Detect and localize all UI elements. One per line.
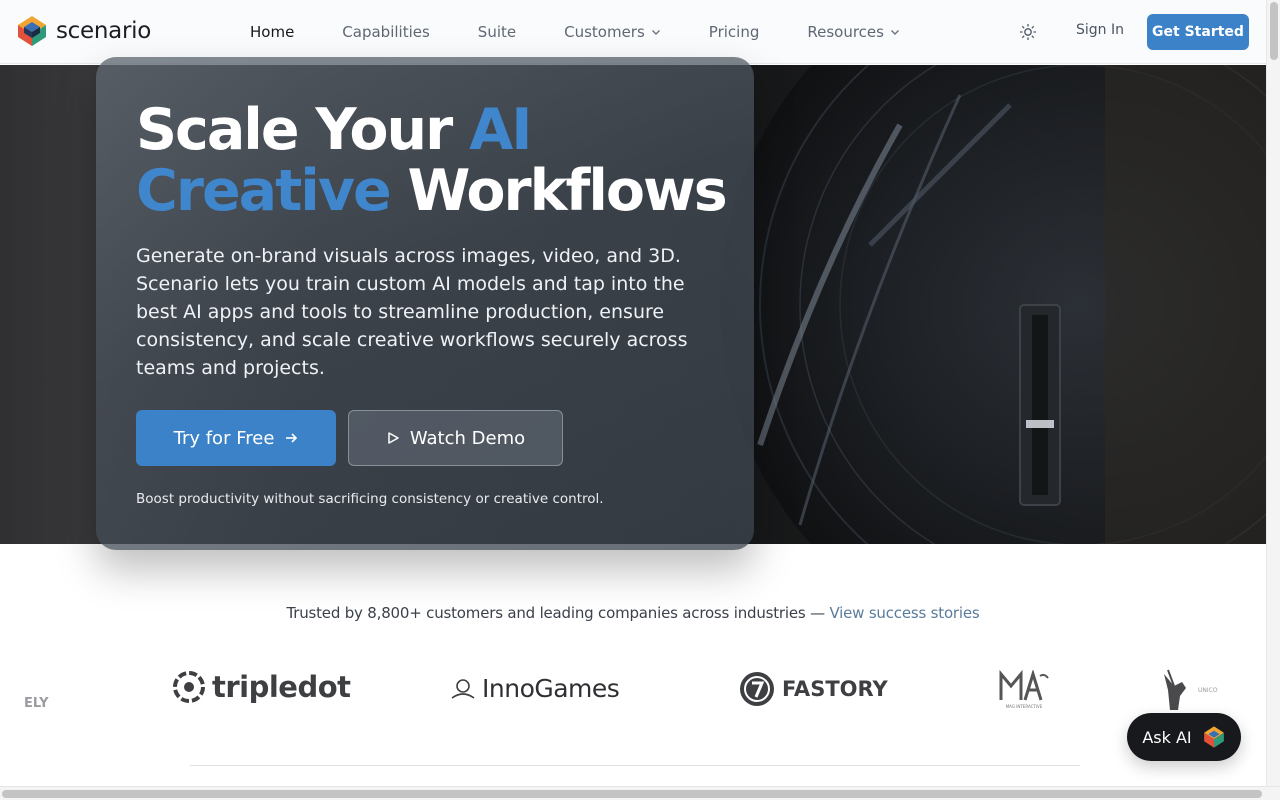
logo-innogames-label: InnoGames xyxy=(482,674,620,703)
headline-part3: Creative xyxy=(136,158,392,224)
customer-logos: ELY tripledot InnoGames FASTORY MAG INTE… xyxy=(0,660,1266,730)
logo-fastory: FASTORY xyxy=(738,670,888,708)
mag-logo-icon xyxy=(999,670,1049,701)
get-started-button[interactable]: Get Started xyxy=(1147,14,1249,50)
trusted-by-label: Trusted by 8,800+ customers and leading … xyxy=(286,604,830,622)
hero-headline: Scale Your AI Creative Workflows xyxy=(136,100,736,222)
headline-part2: AI xyxy=(469,97,532,163)
sun-icon[interactable] xyxy=(1018,22,1038,42)
view-success-stories-link[interactable]: View success stories xyxy=(829,604,979,622)
trusted-by-text: Trusted by 8,800+ customers and leading … xyxy=(0,604,1266,622)
try-for-free-label: Try for Free xyxy=(173,427,275,449)
logo-innogames: InnoGames xyxy=(450,674,620,703)
logo-unico: UNICO xyxy=(1162,668,1218,712)
innogames-logo-icon xyxy=(451,678,475,699)
nav-home[interactable]: Home xyxy=(250,23,294,41)
vertical-scrollbar[interactable] xyxy=(1266,0,1280,786)
unicorn-logo-icon xyxy=(1164,669,1186,710)
logo-mark-icon xyxy=(18,16,46,46)
logo-mark-icon xyxy=(1203,726,1224,748)
brand-logo[interactable]: scenario xyxy=(16,14,151,48)
nav-customers[interactable]: Customers xyxy=(564,23,661,41)
logo-tripledot: tripledot xyxy=(172,670,351,704)
brand-name: scenario xyxy=(56,18,151,44)
nav-resources-label: Resources xyxy=(807,23,884,41)
nav-resources[interactable]: Resources xyxy=(807,23,900,41)
chevron-down-icon xyxy=(890,30,899,35)
horizontal-scrollbar[interactable] xyxy=(0,786,1280,800)
logo-fastory-label: FASTORY xyxy=(782,677,888,701)
logo-mag-label: MAG INTERACTIVE xyxy=(1005,704,1043,709)
top-nav: scenario Home Capabilities Suite Custome… xyxy=(0,0,1266,64)
nav-customers-label: Customers xyxy=(564,23,645,41)
fastory-logo-icon xyxy=(740,672,774,706)
tripledot-logo-icon xyxy=(173,671,205,703)
logo-unico-label: UNICO xyxy=(1198,686,1218,694)
sign-in-link[interactable]: Sign In xyxy=(1076,22,1124,38)
hero-tagline: Boost productivity without sacrificing c… xyxy=(136,491,604,507)
nav-links: Home Capabilities Suite Customers Pricin… xyxy=(250,0,948,64)
nav-capabilities[interactable]: Capabilities xyxy=(342,23,430,41)
headline-part1: Scale Your xyxy=(136,97,470,163)
vertical-scrollbar-thumb[interactable] xyxy=(1270,2,1278,60)
nav-suite-label: Suite xyxy=(477,23,517,41)
try-for-free-button[interactable]: Try for Free xyxy=(136,410,336,466)
nav-capabilities-label: Capabilities xyxy=(342,23,430,41)
nav-home-label: Home xyxy=(250,23,295,41)
ask-ai-button[interactable]: Ask AI xyxy=(1127,713,1241,761)
play-icon xyxy=(388,432,399,444)
section-divider xyxy=(190,765,1080,766)
nav-suite[interactable]: Suite xyxy=(478,23,516,41)
logo-mag-interactive: MAG INTERACTIVE xyxy=(998,670,1050,709)
logo-tripledot-label: tripledot xyxy=(212,670,351,704)
arrow-right-icon xyxy=(286,433,298,443)
logo-ely-label: ELY xyxy=(24,696,49,711)
nav-pricing[interactable]: Pricing xyxy=(709,23,760,41)
nav-pricing-label: Pricing xyxy=(708,23,760,41)
logo-ely: ELY xyxy=(24,696,49,711)
watch-demo-label: Watch Demo xyxy=(409,427,526,449)
headline-part4: Workflows xyxy=(389,158,728,224)
watch-demo-button[interactable]: Watch Demo xyxy=(348,410,563,466)
chevron-down-icon xyxy=(651,30,660,35)
ask-ai-label: Ask AI xyxy=(1142,727,1192,747)
horizontal-scrollbar-thumb[interactable] xyxy=(2,790,1262,798)
hero-subtitle: Generate on-brand visuals across images,… xyxy=(136,245,688,379)
